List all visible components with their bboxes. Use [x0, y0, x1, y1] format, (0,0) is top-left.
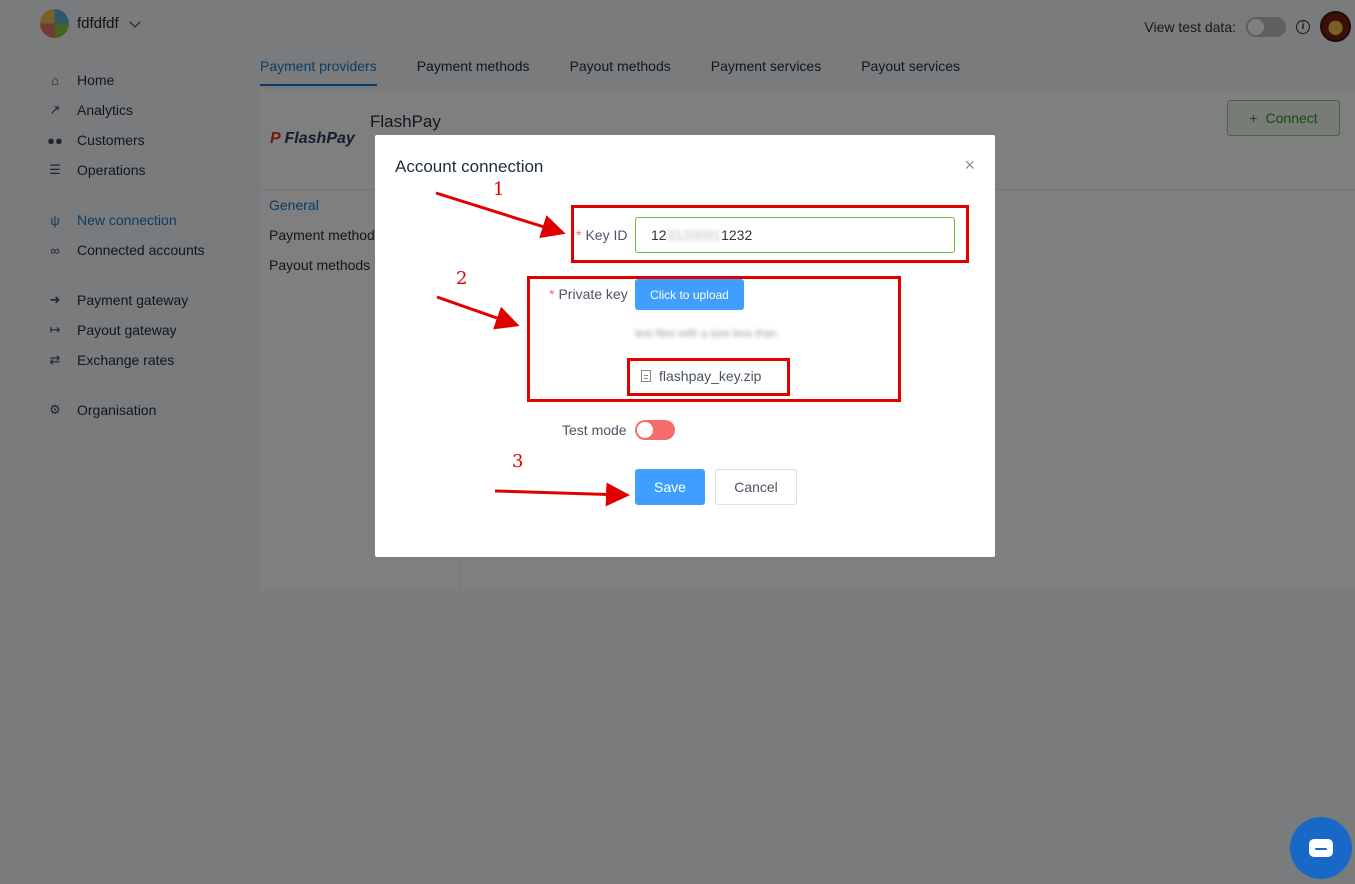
chat-icon — [1309, 839, 1333, 857]
annotation-number-2: 2 — [456, 268, 468, 289]
dialog-title: Account connection — [395, 157, 544, 176]
annotation-number-3: 3 — [512, 451, 524, 472]
chat-launcher-button[interactable] — [1290, 817, 1352, 879]
test-mode-toggle[interactable] — [635, 420, 675, 440]
test-mode-label: Test mode — [562, 422, 627, 438]
annotation-box-key-id — [571, 205, 969, 263]
close-icon[interactable]: × — [964, 155, 975, 176]
save-button[interactable]: Save — [635, 469, 705, 505]
cancel-button[interactable]: Cancel — [715, 469, 797, 505]
annotation-box-file — [627, 358, 790, 396]
annotation-number-1: 1 — [493, 179, 505, 200]
